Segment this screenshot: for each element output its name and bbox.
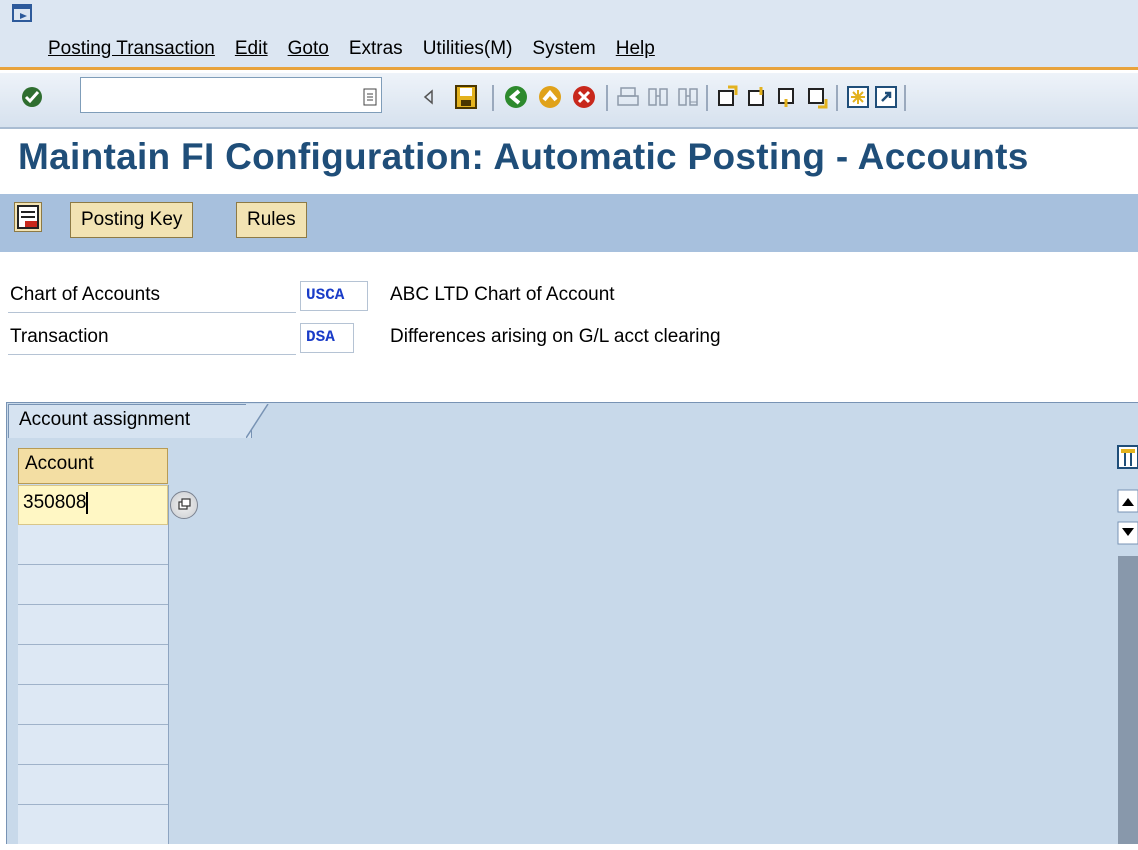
back-icon[interactable]: [502, 83, 530, 111]
table-row: [18, 684, 168, 685]
back-triangle-icon[interactable]: [414, 83, 442, 111]
menu-utilities[interactable]: Utilities(M): [423, 38, 513, 60]
table-row: [18, 804, 168, 805]
label-underline: [8, 312, 296, 313]
column-header-account[interactable]: Account: [18, 448, 168, 484]
menu-help[interactable]: Help: [616, 38, 655, 60]
tab-panel: [6, 402, 1138, 844]
table-row: [18, 604, 168, 605]
chart-of-accounts-description: ABC LTD Chart of Account: [390, 284, 615, 305]
command-field[interactable]: [80, 77, 382, 113]
menu-goto[interactable]: Goto: [288, 38, 329, 60]
table-scroll-controls: [1116, 444, 1138, 844]
menu-bar: Posting Transaction Edit Goto Extras Uti…: [0, 0, 1138, 70]
posting-key-button[interactable]: Posting Key: [70, 202, 194, 238]
find-icon[interactable]: [644, 83, 672, 111]
tab-edge: [246, 404, 269, 438]
toolbar-separator: [706, 85, 708, 111]
toolbar-separator: [606, 85, 608, 111]
display-change-button[interactable]: [14, 202, 42, 232]
toolbar-separator: [836, 85, 838, 111]
chart-of-accounts-label: Chart of Accounts: [10, 284, 160, 305]
menu-edit[interactable]: Edit: [235, 38, 268, 60]
tab-account-assignment[interactable]: Account assignment: [8, 404, 252, 438]
shortcut-icon[interactable]: [872, 83, 900, 111]
rules-button[interactable]: Rules: [236, 202, 307, 238]
menu-posting-transaction[interactable]: Posting Transaction: [48, 38, 215, 60]
chart-of-accounts-field[interactable]: USCA: [300, 281, 368, 311]
save-icon[interactable]: [452, 83, 480, 111]
application-toolbar: Posting Key Rules: [0, 194, 1138, 252]
transaction-label: Transaction: [10, 326, 109, 347]
menu-system[interactable]: System: [532, 38, 595, 60]
transaction-description: Differences arising on G/L acct clearing: [390, 326, 721, 347]
last-page-icon[interactable]: [804, 83, 832, 111]
exit-icon[interactable]: [536, 83, 564, 111]
create-session-icon[interactable]: [844, 83, 872, 111]
value-help-icon[interactable]: [170, 491, 198, 519]
account-input-row-1[interactable]: 350808: [18, 485, 168, 525]
previous-page-icon[interactable]: [744, 83, 772, 111]
account-table: [18, 485, 169, 844]
toolbar-separator: [492, 85, 494, 111]
toolbar-separator: [904, 85, 906, 111]
next-page-icon[interactable]: [774, 83, 802, 111]
menu-extras[interactable]: Extras: [349, 38, 403, 60]
display-change-icon: [17, 205, 39, 229]
first-page-icon[interactable]: [714, 83, 742, 111]
table-row: [18, 724, 168, 725]
text-caret: [86, 492, 89, 514]
system-menu-icon[interactable]: [12, 4, 34, 24]
find-next-icon[interactable]: [674, 83, 702, 111]
label-underline: [8, 354, 296, 355]
transaction-field[interactable]: DSA: [300, 323, 354, 353]
command-history-icon[interactable]: [356, 83, 384, 111]
print-icon[interactable]: [614, 83, 642, 111]
standard-toolbar: [0, 73, 1138, 129]
cancel-icon[interactable]: [570, 83, 598, 111]
page-title: Maintain FI Configuration: Automatic Pos…: [18, 136, 1029, 177]
table-row: [18, 764, 168, 765]
enter-icon[interactable]: [18, 83, 46, 111]
scrollbar[interactable]: [1116, 444, 1138, 844]
table-row: [18, 644, 168, 645]
table-row: [18, 564, 168, 565]
